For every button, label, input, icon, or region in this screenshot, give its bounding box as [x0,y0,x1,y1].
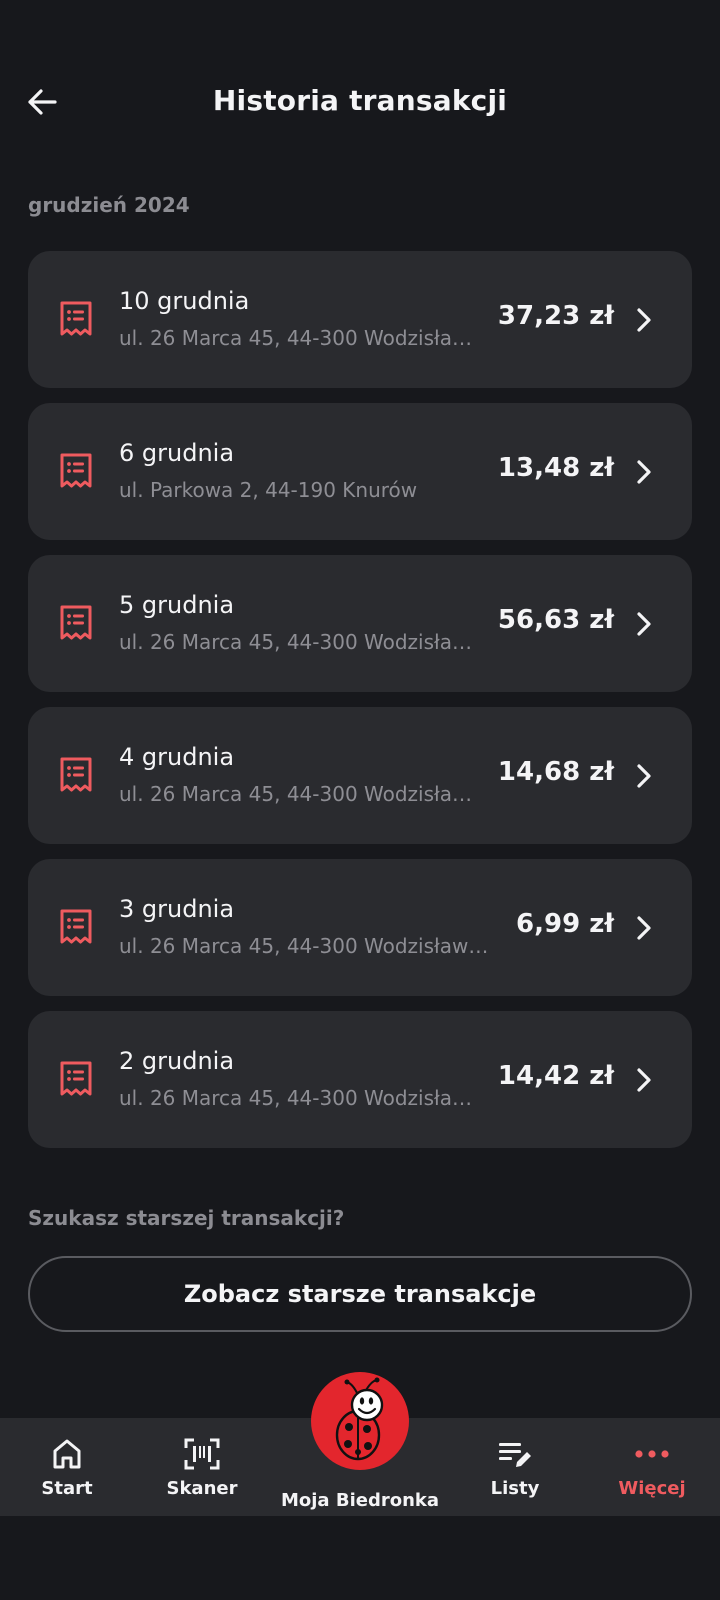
page-title: Historia transakcji [212,84,508,117]
transaction-date: 3 grudnia [119,895,235,923]
transaction-address: ul. 26 Marca 45, 44-300 Wodzisła… [119,782,472,806]
transaction-date: 2 grudnia [119,1047,235,1075]
chevron-right-icon [637,612,651,636]
chevron-right-icon [637,916,651,940]
transaction-amount: 6,99 zł [516,909,614,939]
nav-start[interactable]: Start [26,1418,108,1516]
transaction-amount: 13,48 zł [497,453,614,483]
chevron-right-icon [637,1068,651,1092]
transaction-amount: 14,68 zł [497,757,614,787]
transaction-address: ul. Parkowa 2, 44-190 Knurów [119,478,418,502]
receipt-icon [60,453,92,488]
transaction-address: ul. 26 Marca 45, 44-300 Wodzisła… [119,1086,472,1110]
nav-moja-biedronka-label[interactable]: Moja Biedronka [250,1490,470,1511]
receipt-icon [60,301,92,336]
nav-lists[interactable]: Listy [474,1418,556,1516]
receipt-icon [60,757,92,792]
see-older-transactions-button[interactable]: Zobacz starsze transakcje [28,1256,692,1332]
more-dots-icon [634,1436,670,1472]
transaction-address: ul. 26 Marca 45, 44-300 Wodzisła… [119,630,472,654]
chevron-right-icon [637,460,651,484]
barcode-scanner-icon [184,1436,220,1472]
transaction-card[interactable]: 4 grudnia ul. 26 Marca 45, 44-300 Wodzis… [28,707,692,844]
list-edit-icon [497,1436,533,1472]
transaction-address: ul. 26 Marca 45, 44-300 Wodzisław… [119,934,489,958]
transaction-date: 4 grudnia [119,743,235,771]
chevron-right-icon [637,308,651,332]
moja-biedronka-button[interactable] [311,1372,409,1470]
transaction-amount: 14,42 zł [497,1061,614,1091]
older-transactions-question: Szukasz starszej transakcji? [28,1206,345,1230]
top-bar: Historia transakcji [0,62,720,142]
transaction-card[interactable]: 10 grudnia ul. 26 Marca 45, 44-300 Wodzi… [28,251,692,388]
transaction-amount: 56,63 zł [497,605,614,635]
receipt-icon [60,1061,92,1096]
transaction-amount: 37,23 zł [497,301,614,331]
nav-more-label: Więcej [618,1478,686,1499]
ladybug-mascot-icon [335,1377,384,1461]
chevron-right-icon [637,764,651,788]
transaction-card[interactable]: 3 grudnia ul. 26 Marca 45, 44-300 Wodzis… [28,859,692,996]
transaction-card[interactable]: 6 grudnia ul. Parkowa 2, 44-190 Knurów 1… [28,403,692,540]
receipt-icon [60,605,92,640]
transaction-date: 5 grudnia [119,591,235,619]
transaction-address: ul. 26 Marca 45, 44-300 Wodzisła… [119,326,472,350]
transaction-card[interactable]: 5 grudnia ul. 26 Marca 45, 44-300 Wodzis… [28,555,692,692]
nav-scanner[interactable]: Skaner [160,1418,244,1516]
nav-lists-label: Listy [490,1478,540,1499]
transaction-card[interactable]: 2 grudnia ul. 26 Marca 45, 44-300 Wodzis… [28,1011,692,1148]
transaction-date: 10 grudnia [119,287,250,315]
transaction-list: 10 grudnia ul. 26 Marca 45, 44-300 Wodzi… [28,251,692,1163]
home-icon [49,1436,85,1472]
nav-scanner-label: Skaner [166,1478,238,1499]
transaction-date: 6 grudnia [119,439,235,467]
nav-start-label: Start [41,1478,93,1499]
month-heading: grudzień 2024 [28,193,190,217]
receipt-icon [60,909,92,944]
nav-more[interactable]: Więcej [604,1418,700,1516]
